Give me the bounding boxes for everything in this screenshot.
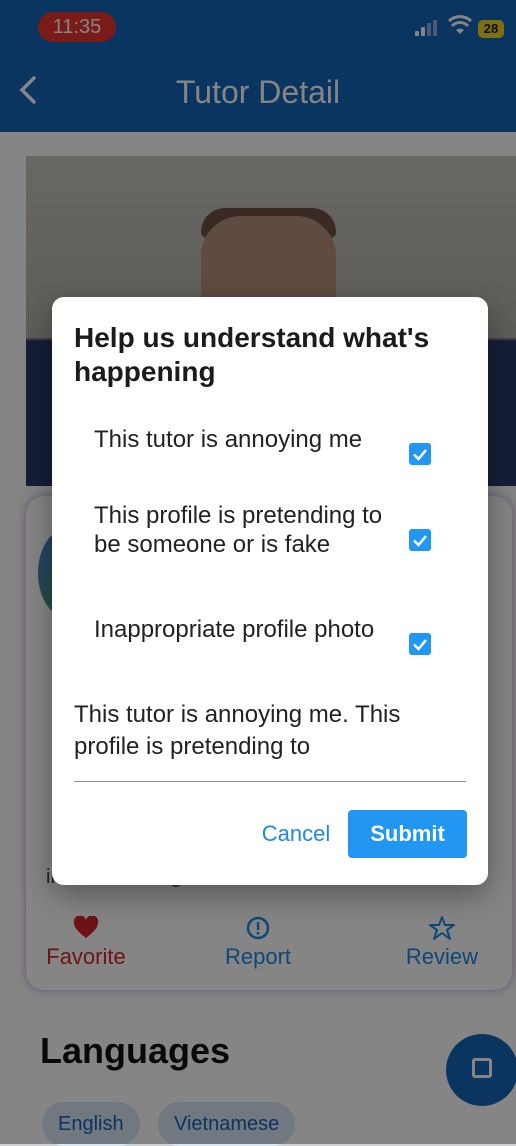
check-icon [413, 535, 427, 547]
report-reason-field[interactable]: This tutor is annoying me. This profile … [74, 699, 466, 779]
checkbox-annoying[interactable] [409, 443, 431, 465]
submit-button[interactable]: Submit [348, 810, 467, 858]
report-dialog: Help us understand what's happening This… [52, 297, 488, 885]
check-icon [413, 639, 427, 651]
checkbox-inappropriate-photo[interactable] [409, 633, 431, 655]
report-option-inappropriate-photo[interactable]: Inappropriate profile photo [94, 615, 414, 644]
check-icon [413, 449, 427, 461]
checkbox-fake-profile[interactable] [409, 529, 431, 551]
report-option-annoying[interactable]: This tutor is annoying me [94, 425, 414, 454]
dialog-title: Help us understand what's happening [74, 322, 430, 387]
report-option-fake-profile[interactable]: This profile is pretending to be someone… [94, 501, 414, 559]
cancel-button[interactable]: Cancel [248, 810, 344, 858]
field-underline [74, 781, 466, 782]
